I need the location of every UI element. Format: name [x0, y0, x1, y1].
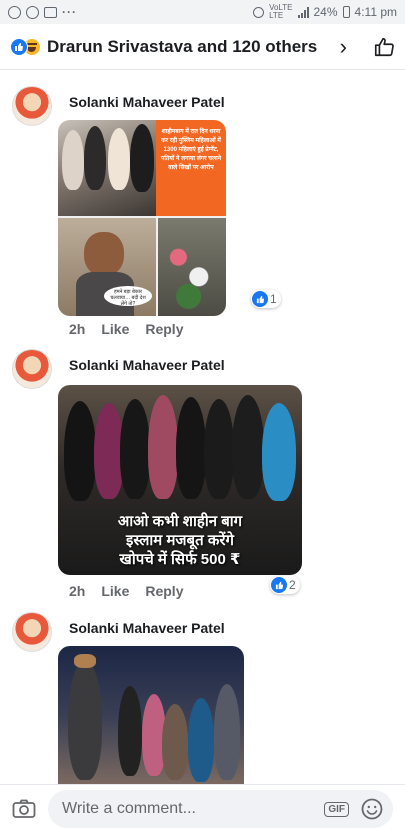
clock: 4:11 pm [354, 5, 397, 19]
man-photo: हमने बड़ा बेकार चलवाया… बदी देश लेंगे तो… [58, 218, 156, 316]
more-notifications: ··· [62, 5, 77, 19]
comment-image[interactable] [58, 646, 244, 786]
comment-actions: 2h Like Reply [69, 583, 183, 599]
comment-item: Solanki Mahaveer Patel शाहीनबाग में रात … [0, 70, 405, 340]
status-bar-right: VoLTE LTE 24% 4:11 pm [253, 4, 397, 20]
hindi-news-panel: शाहीनबाग में रात दिन धरना कर रही मुस्लिम… [156, 120, 226, 216]
network-bottom: LTE [269, 11, 284, 20]
reactions-header[interactable]: Drarun Srivastava and 120 others › [0, 24, 405, 70]
battery-icon [342, 6, 350, 18]
signal-icon [297, 6, 309, 18]
like-reaction-icon [271, 577, 287, 593]
status-bar-left: ··· [8, 5, 77, 19]
comment-composer: GIF [0, 784, 405, 833]
reaction-count-badge[interactable]: 2 [270, 576, 300, 594]
gallery-icon [44, 6, 57, 18]
comment-time: 2h [69, 583, 86, 599]
comment-image[interactable]: आओ कभी शाहीन बाग इस्लाम मजबूत करेंगे खोप… [58, 385, 302, 575]
chevron-right-icon[interactable]: › [340, 34, 347, 60]
comment-item: Solanki Mahaveer Patel आओ कभी शाहीन बाग … [0, 340, 405, 604]
comment-actions: 2h Like Reply [69, 321, 183, 337]
reaction-count-badge[interactable]: 1 [251, 290, 281, 308]
caption-line-2: इस्लाम मजबूत करेंगे [126, 532, 234, 549]
reactions-summary[interactable]: Drarun Srivastava and 120 others [47, 37, 340, 57]
speech-bubble: हमने बड़ा बेकार चलवाया… बदी देश लेंगे तो… [104, 286, 152, 307]
crowd-photo [58, 646, 244, 786]
volte-indicator: VoLTE LTE [269, 4, 292, 20]
camera-icon[interactable] [12, 799, 36, 819]
poster-caption: आओ कभी शाहीन बाग इस्लाम मजबूत करेंगे खोप… [58, 512, 302, 569]
gif-button[interactable]: GIF [324, 801, 349, 817]
flowers-photo [158, 218, 226, 316]
women-selfie-photo [58, 120, 156, 216]
comment-image[interactable]: शाहीनबाग में रात दिन धरना कर रही मुस्लिम… [58, 120, 226, 316]
like-button[interactable]: Like [101, 321, 129, 337]
news-panel-text: शाहीनबाग में रात दिन धरना कर रही मुस्लिम… [160, 129, 222, 171]
avatar[interactable] [12, 349, 52, 389]
like-outline-icon[interactable] [373, 36, 395, 58]
like-reaction-icon [10, 37, 28, 56]
reaction-icons [10, 37, 41, 56]
comment-author[interactable]: Solanki Mahaveer Patel [69, 620, 225, 636]
caption-line-3: खोपचे में सिर्फ 500 ₹ [119, 551, 241, 568]
like-reaction-icon [252, 291, 268, 307]
caption-line-1: आओ कभी शाहीन बाग [117, 513, 243, 530]
image-collage: शाहीनबाग में रात दिन धरना कर रही मुस्लिम… [58, 120, 226, 316]
comment-input-container[interactable]: GIF [48, 790, 393, 828]
battery-level: 24% [313, 5, 338, 19]
alarm-icon [253, 6, 265, 18]
reaction-count: 2 [289, 578, 296, 592]
whatsapp-icon [8, 5, 21, 19]
reply-button[interactable]: Reply [145, 321, 183, 337]
grid-icon [26, 5, 39, 19]
reaction-count: 1 [270, 292, 277, 306]
comment-input[interactable] [62, 800, 325, 818]
status-bar: ··· VoLTE LTE 24% 4:11 pm [0, 0, 405, 24]
reply-button[interactable]: Reply [145, 583, 183, 599]
like-button[interactable]: Like [101, 583, 129, 599]
comment-author[interactable]: Solanki Mahaveer Patel [69, 357, 225, 373]
emoji-icon[interactable] [361, 798, 383, 820]
comment-time: 2h [69, 321, 86, 337]
shaheen-bagh-poster: आओ कभी शाहीन बाग इस्लाम मजबूत करेंगे खोप… [58, 385, 302, 575]
avatar[interactable] [12, 612, 52, 652]
comment-author[interactable]: Solanki Mahaveer Patel [69, 94, 225, 110]
avatar[interactable] [12, 86, 52, 126]
comment-item: Solanki Mahaveer Patel [0, 604, 405, 786]
